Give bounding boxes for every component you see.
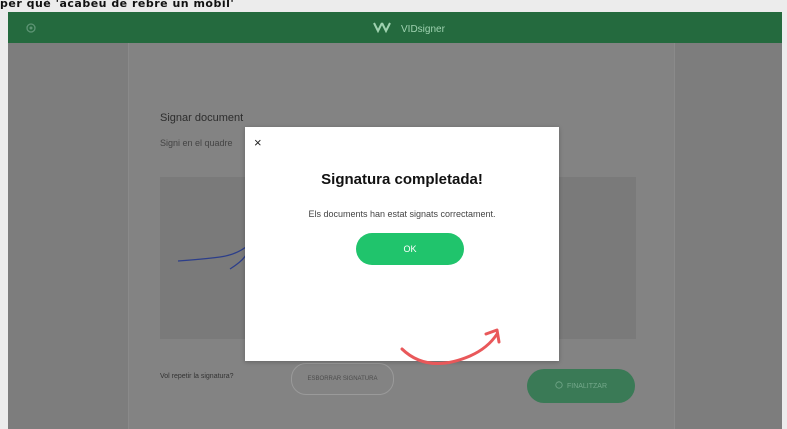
caption-strip: per què 'acabeu de rebre un mòbil' bbox=[0, 0, 787, 12]
page-instruction: Signi en el quadre bbox=[160, 138, 233, 148]
finish-button[interactable]: FINALITZAR bbox=[527, 369, 635, 403]
dialog-title: Signatura completada! bbox=[321, 171, 483, 188]
frame-right bbox=[782, 12, 787, 429]
app-header: VIDsigner bbox=[8, 12, 782, 43]
app-logo: VIDsigner bbox=[373, 20, 445, 38]
app-window: VIDsigner Signar document Signi en el qu… bbox=[8, 12, 782, 429]
logo-mark-icon bbox=[373, 20, 395, 38]
caption-text: per què 'acabeu de rebre un mòbil' bbox=[0, 0, 235, 10]
gear-icon[interactable] bbox=[25, 21, 37, 33]
frame-left bbox=[0, 12, 8, 429]
ok-button[interactable]: OK bbox=[356, 233, 464, 265]
retry-text: Vol repetir la signatura? bbox=[160, 373, 234, 380]
close-icon[interactable]: × bbox=[254, 136, 262, 149]
arrow-annotation-icon bbox=[400, 328, 501, 366]
page-title: Signar document bbox=[160, 112, 244, 124]
finish-button-label: FINALITZAR bbox=[566, 382, 608, 390]
erase-signature-button[interactable]: ESBORRAR SIGNATURA bbox=[291, 363, 394, 395]
dialog-message: Els documents han estat signats correcta… bbox=[308, 209, 496, 219]
check-icon bbox=[555, 381, 563, 391]
app-name: VIDsigner bbox=[401, 23, 445, 35]
